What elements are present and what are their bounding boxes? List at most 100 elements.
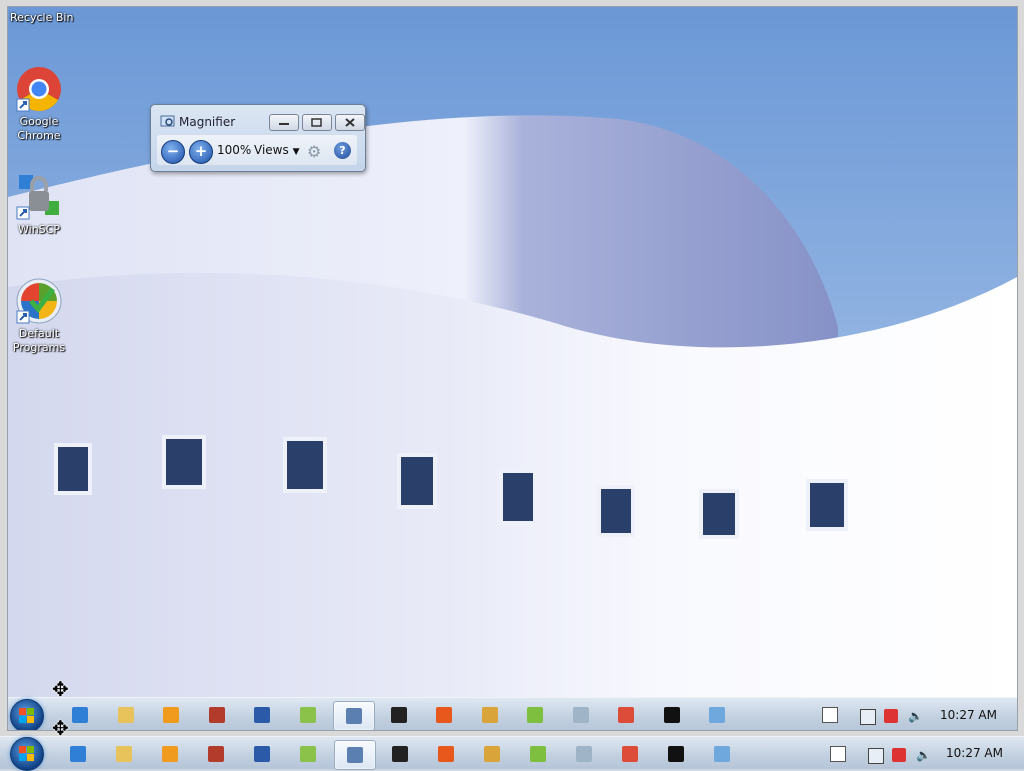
close-icon: [345, 118, 355, 127]
magnifier-app-icon: [160, 115, 175, 127]
paint-icon: [484, 746, 500, 762]
zoom-out-icon: −: [166, 142, 180, 160]
7zip-icon: [392, 746, 408, 762]
gear-icon[interactable]: ⚙: [307, 142, 321, 161]
windows-explorer-icon: [117, 707, 134, 723]
views-dropdown[interactable]: Views ▼: [254, 143, 299, 157]
magnifier-window[interactable]: Magnifier − + 100% Views ▼ ⚙ ?: [150, 104, 366, 172]
taskbar-button-calculator[interactable]: [561, 701, 601, 729]
internet-explorer-icon: [72, 707, 88, 723]
maximize-button[interactable]: [302, 114, 332, 131]
magnifier-icon: [347, 747, 363, 763]
taskbar-button-app-icon-11[interactable]: [515, 701, 555, 729]
magnified-view: Recycle Bin Google Chrome WinSCP Default…: [0, 0, 1024, 736]
taskbar-button-magnifier[interactable]: [334, 740, 376, 770]
calculator-icon: [576, 746, 592, 762]
windows-explorer-icon: [116, 746, 132, 762]
taskbar-button-cmd[interactable]: [652, 701, 692, 729]
volume-icon[interactable]: 🔈: [916, 748, 931, 762]
notepad-icon: [299, 707, 316, 723]
app-icon-15-icon: [714, 746, 730, 762]
zoom-in-button[interactable]: +: [189, 140, 213, 164]
app-icon-4-icon: [208, 707, 225, 723]
taskbar-button-app-icon-15[interactable]: [697, 701, 737, 729]
taskbar-button-notepad[interactable]: [288, 701, 328, 729]
taskbar-button-windows-explorer[interactable]: [106, 701, 146, 729]
taskbar-magnified: 🔈 10:27 AM: [8, 697, 1017, 730]
taskbar-button-internet-explorer[interactable]: [58, 740, 98, 768]
7zip-icon: [390, 707, 407, 723]
system-tray: 🔈 10:27 AM: [808, 698, 1017, 730]
help-icon[interactable]: ?: [334, 142, 351, 159]
taskbar-button-paint[interactable]: [470, 701, 510, 729]
desktop-icon-label: WinSCP: [18, 223, 60, 236]
start-button[interactable]: [10, 699, 44, 730]
app-icon-11-icon: [530, 746, 546, 762]
taskbar-button-calculator[interactable]: [564, 740, 604, 768]
taskbar-button-cmd[interactable]: [656, 740, 696, 768]
default-programs-icon: [15, 277, 63, 325]
desktop-icon-chrome[interactable]: Google Chrome: [8, 65, 72, 143]
taskbar-button-firefox[interactable]: [424, 701, 464, 729]
chevron-down-icon: ▼: [292, 147, 300, 157]
network-error-icon[interactable]: [884, 709, 898, 723]
recycle-bin-label[interactable]: Recycle Bin: [10, 11, 73, 24]
chrome-icon: [618, 707, 634, 723]
maximize-icon: [311, 118, 322, 127]
taskbar-button-firefox[interactable]: [426, 740, 466, 768]
network-icon[interactable]: [868, 748, 884, 764]
start-button[interactable]: [10, 737, 44, 771]
desktop-icon-winscp[interactable]: WinSCP: [8, 173, 72, 237]
taskbar-button-notepad[interactable]: [288, 740, 328, 768]
taskbar: 🔈 10:27 AM: [0, 736, 1024, 771]
app-icon-4-icon: [208, 746, 224, 762]
desktop-icon-label: Default Programs: [12, 327, 66, 354]
close-button[interactable]: [335, 114, 365, 131]
action-center-icon[interactable]: [830, 746, 846, 762]
taskbar-button-app-icon-4[interactable]: [196, 740, 236, 768]
zoom-out-button[interactable]: −: [161, 140, 185, 164]
taskbar-button-7zip[interactable]: [380, 740, 420, 768]
chrome-icon: [622, 746, 638, 762]
magnifier-toolbar: − + 100% Views ▼ ⚙ ?: [157, 135, 357, 165]
windows-logo-icon: [19, 708, 35, 724]
taskbar-button-app-icon-15[interactable]: [702, 740, 742, 768]
taskbar-clock[interactable]: 10:27 AM: [946, 746, 1003, 760]
taskbar-button-7zip[interactable]: [379, 701, 419, 729]
taskbar-button-app-icon-4[interactable]: [197, 701, 237, 729]
winscp-icon: [15, 173, 63, 221]
cmd-icon: [663, 707, 680, 723]
taskbar-button-media-player[interactable]: [150, 740, 190, 768]
move-cursor-icon: ✥: [52, 677, 69, 701]
taskbar-button-magnifier[interactable]: [333, 701, 375, 730]
taskbar-clock[interactable]: 10:27 AM: [940, 708, 997, 722]
paint-icon: [481, 707, 498, 723]
app-icon-15-icon: [709, 707, 725, 723]
taskbar-button-chrome[interactable]: [610, 740, 650, 768]
chrome-icon: [15, 65, 63, 113]
windows-logo-icon: [19, 746, 35, 762]
desktop-icon-label: Google Chrome: [17, 115, 61, 142]
volume-icon[interactable]: 🔈: [908, 709, 923, 723]
taskbar-button-chrome[interactable]: [606, 701, 646, 729]
taskbar-button-paint[interactable]: [472, 740, 512, 768]
internet-explorer-icon: [70, 746, 86, 762]
taskbar-button-media-player[interactable]: [151, 701, 191, 729]
notepad-icon: [300, 746, 316, 762]
firefox-icon: [438, 746, 454, 762]
desktop-icon-default-programs[interactable]: Default Programs: [8, 277, 72, 355]
minimize-button[interactable]: [269, 114, 299, 131]
action-center-icon[interactable]: [822, 707, 838, 723]
network-icon[interactable]: [860, 709, 876, 725]
taskbar-button-powershell[interactable]: [242, 701, 282, 729]
cmd-icon: [668, 746, 684, 762]
minimize-icon: [279, 123, 289, 125]
taskbar-button-app-icon-11[interactable]: [518, 740, 558, 768]
taskbar-button-windows-explorer[interactable]: [104, 740, 144, 768]
taskbar-button-powershell[interactable]: [242, 740, 282, 768]
media-player-icon: [163, 707, 179, 723]
media-player-icon: [162, 746, 178, 762]
network-error-icon[interactable]: [892, 748, 906, 762]
magnifier-lens-area: Recycle Bin Google Chrome WinSCP Default…: [7, 6, 1018, 731]
system-tray: 🔈 10:27 AM: [820, 737, 1024, 771]
